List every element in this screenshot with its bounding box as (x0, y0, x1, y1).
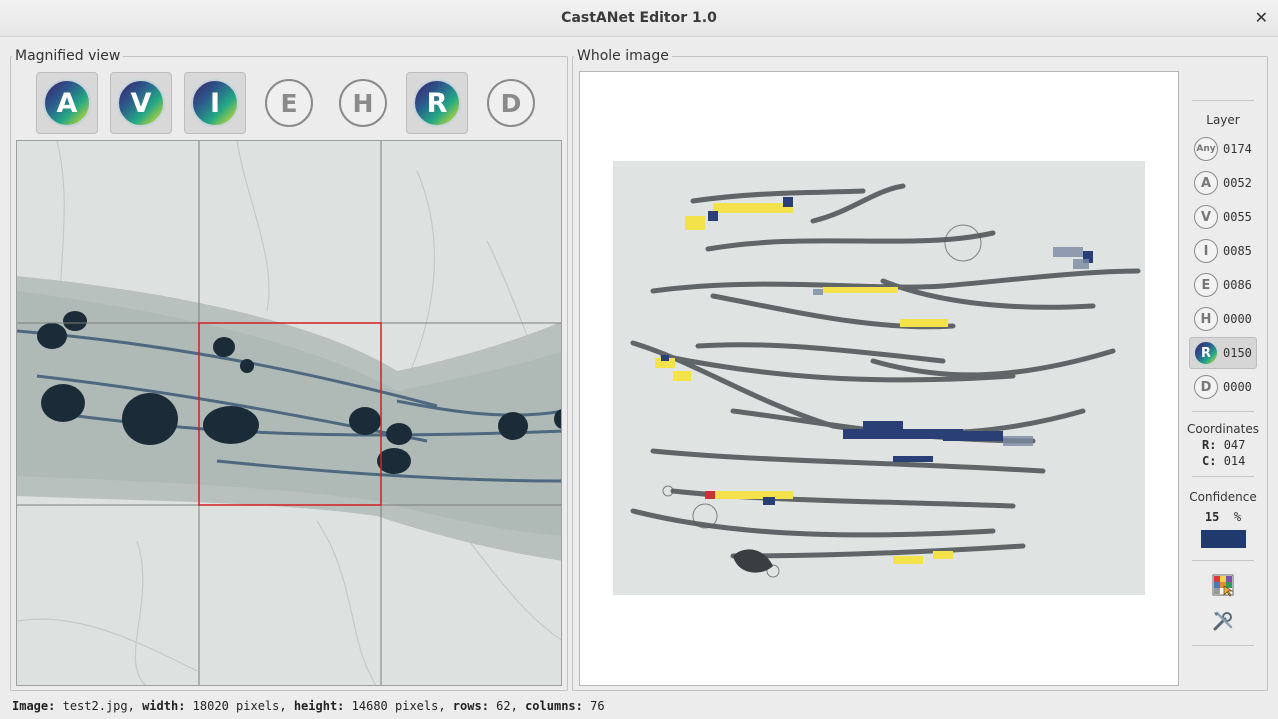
layer-button-a[interactable]: A (36, 72, 98, 134)
i-icon: I (1194, 239, 1218, 263)
layer-button-e[interactable]: E (258, 72, 320, 134)
layer-count: 0000 (1223, 312, 1252, 326)
v-icon: V (1194, 205, 1218, 229)
layer-count: 0085 (1223, 244, 1252, 258)
layer-count: 0174 (1223, 142, 1252, 156)
a-icon: A (1194, 171, 1218, 195)
confidence-title: Confidence (1189, 490, 1257, 504)
e-icon: E (1194, 273, 1218, 297)
h-icon: H (339, 79, 387, 127)
a-icon: A (43, 79, 91, 127)
layer-row-a[interactable]: A 0052 (1189, 167, 1257, 199)
layer-button-d[interactable]: D (480, 72, 542, 134)
layer-title: Layer (1206, 113, 1240, 127)
d-icon: D (1194, 375, 1218, 399)
layer-button-h[interactable]: H (332, 72, 394, 134)
any-icon: Any (1194, 137, 1218, 161)
layer-button-i[interactable]: I (184, 72, 246, 134)
layer-row-any[interactable]: Any 0174 (1189, 133, 1257, 165)
layer-count: 0086 (1223, 278, 1252, 292)
layer-row-h[interactable]: H 0000 (1189, 303, 1257, 335)
magnified-view-legend: Magnified view (15, 48, 121, 64)
close-icon[interactable]: ✕ (1255, 8, 1268, 27)
e-icon: E (265, 79, 313, 127)
annotation-layer-toolbar: A V I E H R D (36, 72, 542, 134)
layer-row-i[interactable]: I 0085 (1189, 235, 1257, 267)
layer-row-v[interactable]: V 0055 (1189, 201, 1257, 233)
row-coordinate: R: 047 (1202, 438, 1246, 452)
coordinates-title: Coordinates (1186, 422, 1260, 436)
layer-row-r[interactable]: R 0150 (1189, 337, 1257, 369)
layer-count: 0052 (1223, 176, 1252, 190)
magnified-image-view[interactable] (16, 140, 562, 686)
layer-row-e[interactable]: E 0086 (1189, 269, 1257, 301)
whole-image-thumbnail[interactable] (613, 161, 1145, 595)
magnified-root-image (17, 141, 561, 685)
layer-button-v[interactable]: V (110, 72, 172, 134)
confidence-color-bar (1200, 530, 1246, 548)
window-title: CastANet Editor 1.0 (561, 10, 717, 26)
layer-count: 0000 (1223, 380, 1252, 394)
column-coordinate: C: 014 (1202, 454, 1246, 468)
layer-row-d[interactable]: D 0000 (1189, 371, 1257, 403)
layer-count: 0150 (1223, 346, 1252, 360)
r-icon: R (1194, 341, 1218, 365)
h-icon: H (1194, 307, 1218, 331)
status-bar: Image: test2.jpg, width: 18020 pixels, h… (12, 699, 605, 713)
whole-image-legend: Whole image (577, 48, 669, 64)
v-icon: V (117, 79, 165, 127)
title-bar: CastANet Editor 1.0 ✕ (0, 0, 1278, 37)
confidence-value: 15 % (1204, 510, 1242, 524)
layer-sidebar: Layer Any 0174 A 0052 V 0055 I 0085 E 00… (1186, 100, 1260, 646)
settings-tools-icon[interactable] (1209, 607, 1237, 635)
layer-button-r[interactable]: R (406, 72, 468, 134)
d-icon: D (487, 79, 535, 127)
layer-count: 0055 (1223, 210, 1252, 224)
heatmap-palette-icon[interactable] (1209, 571, 1237, 599)
r-icon: R (413, 79, 461, 127)
i-icon: I (191, 79, 239, 127)
